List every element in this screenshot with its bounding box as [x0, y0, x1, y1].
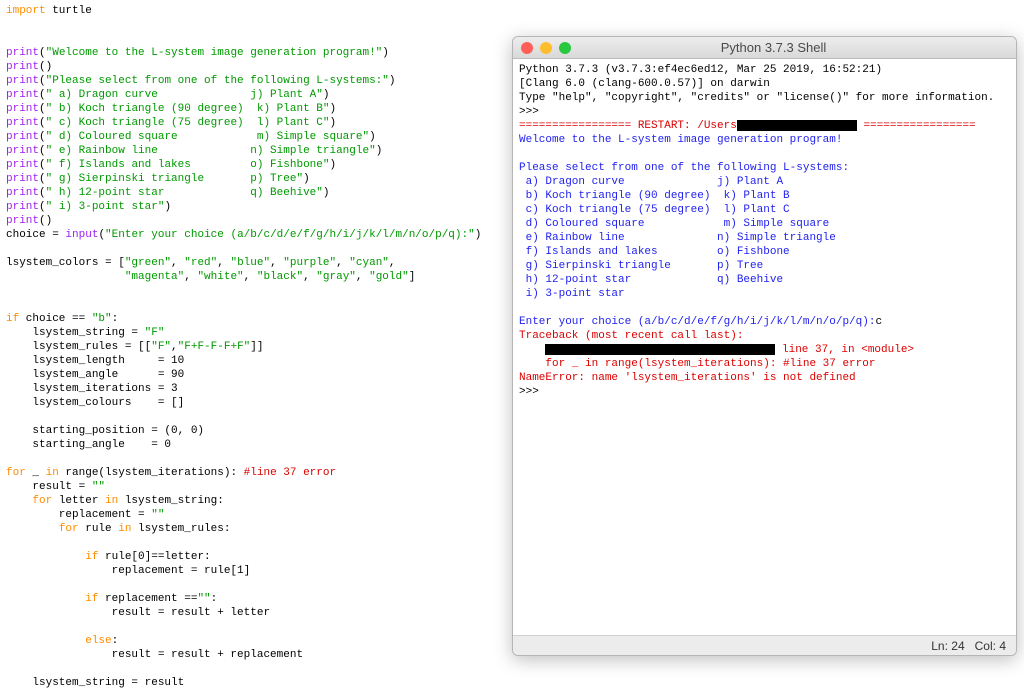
redacted-path — [737, 120, 857, 131]
user-input: c — [875, 316, 882, 328]
prompt: >>> — [519, 386, 539, 398]
comment-error: #line 37 error — [244, 467, 336, 479]
col-number: Col: 4 — [975, 639, 1006, 653]
status-bar: Ln: 24 Col: 4 — [513, 635, 1016, 655]
line-number: Ln: 24 — [931, 639, 964, 653]
titlebar[interactable]: Python 3.7.3 Shell — [513, 37, 1016, 59]
close-icon[interactable] — [521, 42, 533, 54]
code-editor[interactable]: import turtle print("Welcome to the L-sy… — [0, 0, 510, 694]
keyword-import: import — [6, 5, 46, 17]
traceback-header: Traceback (most recent call last): — [519, 330, 743, 342]
shell-output[interactable]: Python 3.7.3 (v3.7.3:ef4ec6ed12, Mar 25 … — [513, 59, 1016, 403]
minimize-icon[interactable] — [540, 42, 552, 54]
window-title: Python 3.7.3 Shell — [583, 41, 1008, 55]
error-message: NameError: name 'lsystem_iterations' is … — [519, 372, 856, 384]
redacted-file — [545, 344, 775, 355]
zoom-icon[interactable] — [559, 42, 571, 54]
python-shell-window: Python 3.7.3 Shell Python 3.7.3 (v3.7.3:… — [512, 36, 1017, 656]
